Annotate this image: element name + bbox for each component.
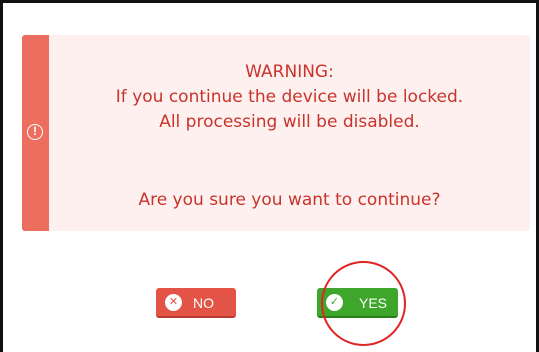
exclamation-circle-icon: ! [27, 124, 43, 140]
warning-message-processing: All processing will be disabled. [159, 112, 420, 132]
no-button[interactable]: ✕ NO [156, 288, 236, 318]
dialog-window: ! WARNING: If you continue the device wi… [0, 0, 539, 352]
no-button-label: NO [193, 295, 214, 311]
x-circle-icon: ✕ [165, 294, 182, 311]
warning-message-lock: If you continue the device will be locke… [115, 87, 464, 107]
yes-highlight-circle [321, 261, 406, 346]
warning-title: WARNING: [245, 62, 334, 82]
confirmation-question: Are you sure you want to continue? [138, 190, 441, 210]
